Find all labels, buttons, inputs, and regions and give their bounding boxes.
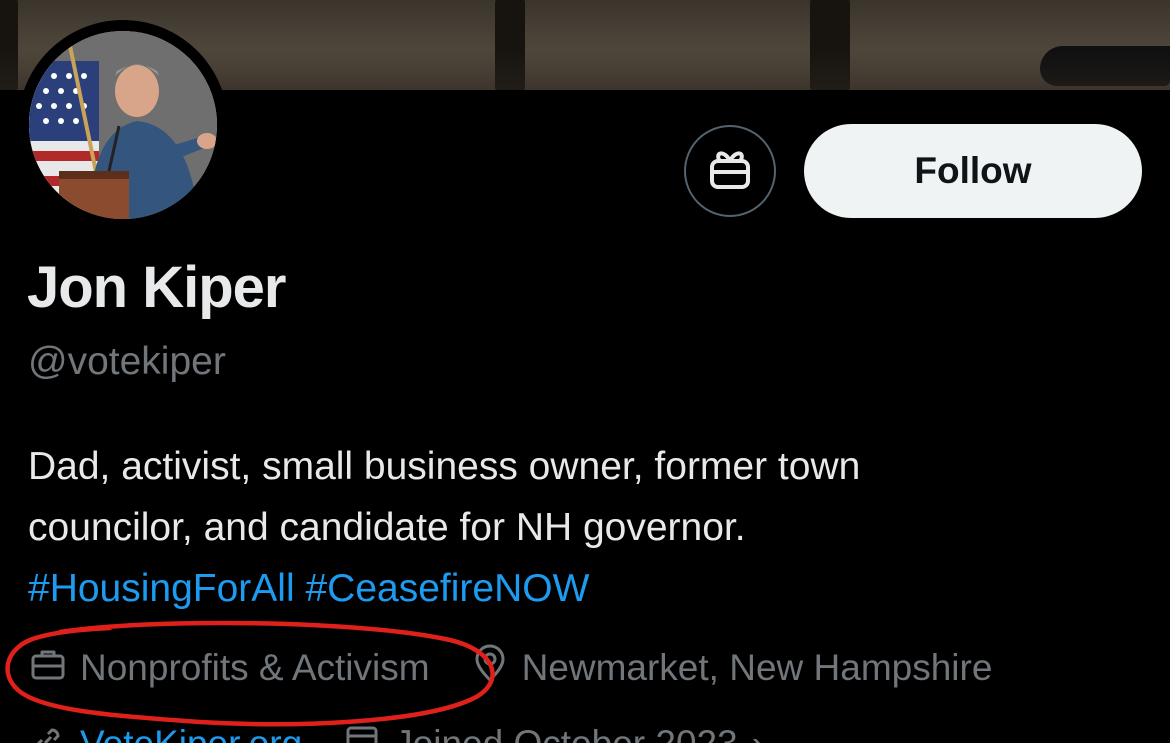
- profile-location: Newmarket, New Hampshire: [470, 644, 993, 693]
- profile-handle: @votekiper: [28, 340, 226, 383]
- follow-label: Follow: [914, 150, 1032, 191]
- red-circle-annotation: [5, 620, 495, 727]
- bio-line: councilor, and candidate for NH governor…: [28, 506, 746, 549]
- hashtag-link[interactable]: #HousingForAll: [28, 567, 295, 610]
- bio-line: Dad, activist, small business owner, for…: [28, 445, 861, 488]
- gift-button[interactable]: [684, 125, 776, 217]
- follow-button[interactable]: Follow: [804, 124, 1142, 218]
- profile-name: Jon Kiper: [27, 255, 286, 320]
- avatar[interactable]: [29, 31, 217, 219]
- gift-icon: [706, 145, 754, 198]
- chevron-right-icon: ›: [752, 723, 764, 743]
- hashtag-link[interactable]: #CeasefireNOW: [305, 567, 589, 610]
- location-label: Newmarket, New Hampshire: [521, 647, 993, 688]
- profile-bio: Dad, activist, small business owner, for…: [28, 436, 1138, 619]
